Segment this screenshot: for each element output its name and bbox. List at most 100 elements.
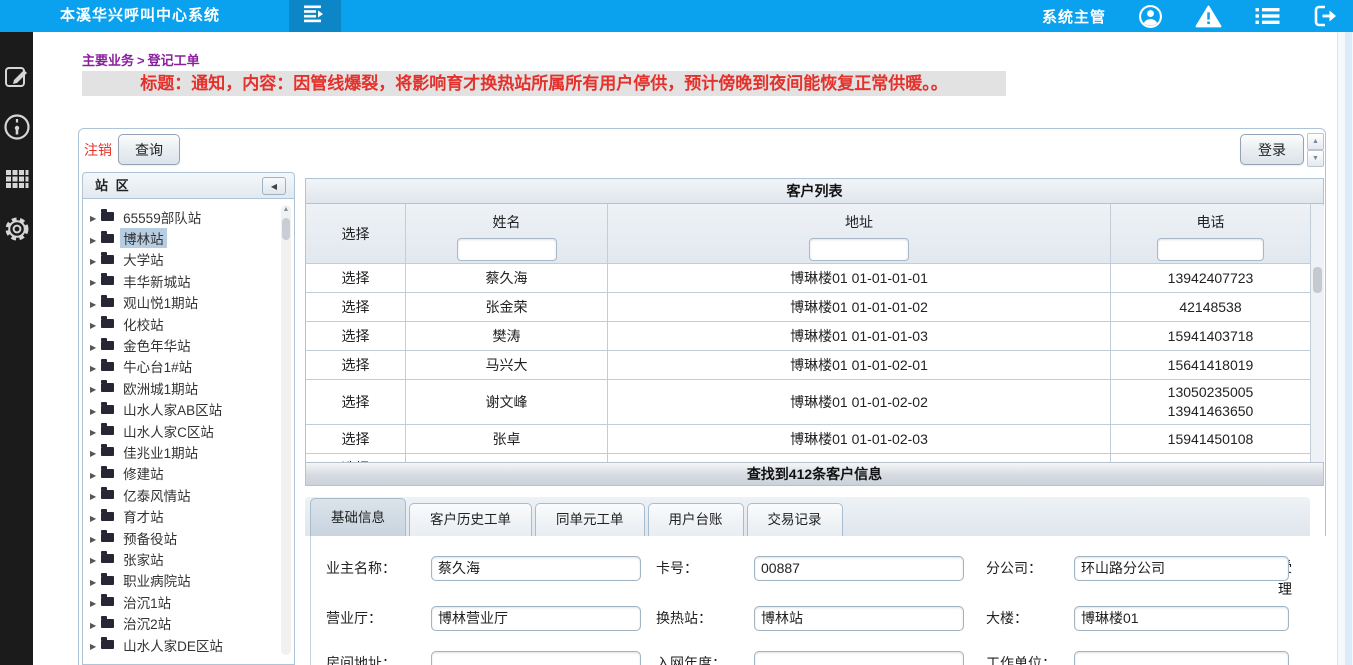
field-input[interactable] [431, 556, 641, 581]
tree-scroll-up-icon[interactable]: ▲ [281, 206, 291, 213]
station-tree-item[interactable]: 山水人家C区站 [83, 420, 294, 441]
expand-arrow-icon[interactable] [90, 466, 101, 481]
table-scrollbar[interactable] [1310, 205, 1324, 462]
login-button[interactable]: 登录 [1240, 134, 1304, 165]
expand-arrow-icon[interactable] [90, 273, 101, 288]
expand-arrow-icon[interactable] [90, 444, 101, 459]
field-label: 入网年度： [656, 653, 754, 665]
field-input[interactable] [754, 606, 964, 631]
station-tree-item[interactable]: 化校站 [83, 313, 294, 334]
station-tree-item[interactable]: 欧洲城1期站 [83, 377, 294, 398]
station-tree-item[interactable]: 修建站 [83, 463, 294, 484]
station-tree-item[interactable]: 治沉1站 [83, 591, 294, 612]
field-input[interactable] [431, 606, 641, 631]
expand-arrow-icon[interactable] [90, 551, 101, 566]
field-label: 营业厅： [326, 608, 431, 628]
query-button[interactable]: 查询 [118, 134, 180, 165]
name-filter-input[interactable] [457, 238, 557, 261]
station-tree-item[interactable]: 65559部队站 [83, 206, 294, 227]
expand-arrow-icon[interactable] [90, 616, 101, 631]
tree-scroll-thumb[interactable] [282, 218, 290, 240]
expand-arrow-icon[interactable] [90, 252, 101, 267]
expand-arrow-icon[interactable] [90, 209, 101, 224]
table-grid-icon[interactable] [2, 163, 32, 193]
expand-arrow-icon[interactable] [90, 316, 101, 331]
menu-toggle-button[interactable] [289, 0, 341, 32]
field-input[interactable] [1074, 606, 1289, 631]
select-link[interactable]: 选择 [306, 322, 406, 350]
user-icon[interactable] [1138, 4, 1163, 29]
list-icon[interactable] [1254, 6, 1281, 26]
field-input[interactable] [754, 651, 964, 665]
field-input[interactable] [1074, 556, 1289, 581]
tab[interactable]: 基础信息 [310, 498, 406, 536]
expand-arrow-icon[interactable] [90, 487, 101, 502]
collapse-panel-button[interactable]: ◀ [262, 177, 286, 195]
dashboard-gauge-icon[interactable] [2, 112, 32, 142]
folder-icon [101, 447, 114, 456]
logout-link[interactable]: 注销 [84, 140, 112, 160]
tab[interactable]: 用户台账 [648, 503, 744, 536]
expand-arrow-icon[interactable] [90, 231, 101, 246]
select-link[interactable]: 选择 [306, 351, 406, 379]
scroll-down-icon[interactable]: ▼ [1307, 150, 1324, 167]
station-tree-item[interactable]: 山水人家DE区站 [83, 634, 294, 655]
form-field: 业主名称： [326, 554, 641, 582]
select-link[interactable]: 选择 [306, 454, 406, 462]
select-link[interactable]: 选择 [306, 264, 406, 292]
expand-arrow-icon[interactable] [90, 380, 101, 395]
expand-arrow-icon[interactable] [90, 530, 101, 545]
station-tree-item[interactable]: 育才站 [83, 505, 294, 526]
station-panel-header: 站 区 ◀ [82, 172, 295, 199]
station-tree-item[interactable]: 治沉2站 [83, 612, 294, 633]
alert-icon[interactable] [1195, 5, 1222, 28]
tab[interactable]: 交易记录 [747, 503, 843, 536]
tab[interactable]: 客户历史工单 [409, 503, 532, 536]
expand-arrow-icon[interactable] [90, 295, 101, 310]
tree-scrollbar[interactable]: ▲ [281, 205, 291, 655]
select-link[interactable]: 选择 [306, 380, 406, 424]
form-field: 入网年度： [656, 649, 964, 665]
station-tree-item[interactable]: 佳兆业1期站 [83, 441, 294, 462]
breadcrumb-page[interactable]: 登记工单 [148, 53, 200, 68]
expand-arrow-icon[interactable] [90, 423, 101, 438]
field-input[interactable] [431, 651, 641, 665]
tab[interactable]: 同单元工单 [535, 503, 645, 536]
select-link[interactable]: 选择 [306, 293, 406, 321]
expand-arrow-icon[interactable] [90, 594, 101, 609]
settings-gear-icon[interactable] [2, 214, 32, 244]
station-tree-item[interactable]: 山水人家AB区站 [83, 399, 294, 420]
address-filter-input[interactable] [809, 238, 909, 261]
station-tree-item[interactable]: 预备役站 [83, 527, 294, 548]
expand-arrow-icon[interactable] [90, 509, 101, 524]
station-tree-item[interactable]: 职业病院站 [83, 570, 294, 591]
page-scrollbar[interactable] [1337, 32, 1353, 665]
station-tree-item[interactable]: 观山悦1期站 [83, 292, 294, 313]
expand-arrow-icon[interactable] [90, 338, 101, 353]
station-tree-item[interactable]: 金色年华站 [83, 334, 294, 355]
station-tree-item[interactable]: 博林站 [83, 227, 294, 248]
table-scroll-thumb[interactable] [1313, 267, 1322, 293]
expand-arrow-icon[interactable] [90, 637, 101, 652]
customer-name [406, 454, 608, 462]
station-label: 修建站 [120, 463, 167, 483]
phone-filter-input[interactable] [1157, 238, 1264, 261]
station-label: 山水人家C区站 [120, 421, 217, 441]
field-input[interactable] [1074, 651, 1289, 665]
field-input[interactable] [754, 556, 964, 581]
user-role-menu[interactable]: 系统主管 [1042, 6, 1106, 27]
expand-arrow-icon[interactable] [90, 573, 101, 588]
logout-icon[interactable] [1313, 5, 1337, 27]
register-order-icon[interactable] [2, 61, 32, 91]
station-tree-item[interactable]: 亿泰风情站 [83, 484, 294, 505]
select-link[interactable]: 选择 [306, 425, 406, 453]
breadcrumb-section[interactable]: 主要业务 [82, 53, 134, 68]
side-rail [0, 32, 33, 665]
station-tree-item[interactable]: 丰华新城站 [83, 270, 294, 291]
expand-arrow-icon[interactable] [90, 359, 101, 374]
station-tree-item[interactable]: 张家站 [83, 548, 294, 569]
station-tree-item[interactable]: 牛心台1#站 [83, 356, 294, 377]
expand-arrow-icon[interactable] [90, 402, 101, 417]
station-tree-item[interactable]: 大学站 [83, 249, 294, 270]
scroll-up-icon[interactable]: ▲ [1307, 133, 1324, 150]
